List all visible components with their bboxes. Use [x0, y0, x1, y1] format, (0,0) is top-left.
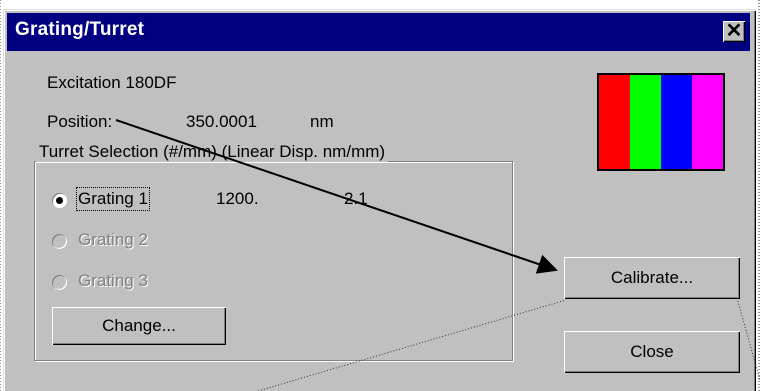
grating-1-density: 1200.: [216, 189, 259, 208]
color-bar-green: [630, 75, 661, 169]
color-bar-indicator: [597, 73, 725, 171]
close-button[interactable]: Close: [564, 331, 740, 373]
close-icon: ✕: [725, 20, 743, 42]
position-label: Position:: [47, 112, 113, 131]
excitation-label: Excitation 180DF: [47, 73, 177, 92]
color-bar-blue: [661, 75, 692, 169]
color-bar-red: [599, 75, 630, 169]
close-window-button[interactable]: ✕: [723, 21, 745, 42]
grating-3-label[interactable]: Grating 3: [78, 271, 148, 291]
calibrate-button[interactable]: Calibrate...: [564, 257, 740, 299]
grating-3-radio[interactable]: [52, 275, 67, 290]
change-button[interactable]: Change...: [52, 307, 226, 345]
change-button-label: Change...: [102, 316, 176, 335]
grating-1-radio[interactable]: [52, 193, 67, 208]
grating-2-label[interactable]: Grating 2: [78, 230, 148, 250]
turret-selection-title: Turret Selection (#/mm) (Linear Disp. nm…: [36, 142, 389, 162]
position-unit: nm: [310, 112, 334, 131]
grating-1-label[interactable]: Grating 1: [76, 187, 150, 211]
title-bar: Grating/Turret ✕: [7, 13, 750, 51]
grating-1-dispersion: 2.1: [344, 189, 368, 208]
calibrate-button-label: Calibrate...: [610, 268, 694, 287]
dialog-title: Grating/Turret: [15, 19, 145, 40]
color-bar-magenta: [692, 75, 723, 169]
position-value: 350.0001: [186, 112, 257, 131]
grating-2-radio[interactable]: [52, 234, 67, 249]
close-button-label: Close: [630, 342, 674, 361]
